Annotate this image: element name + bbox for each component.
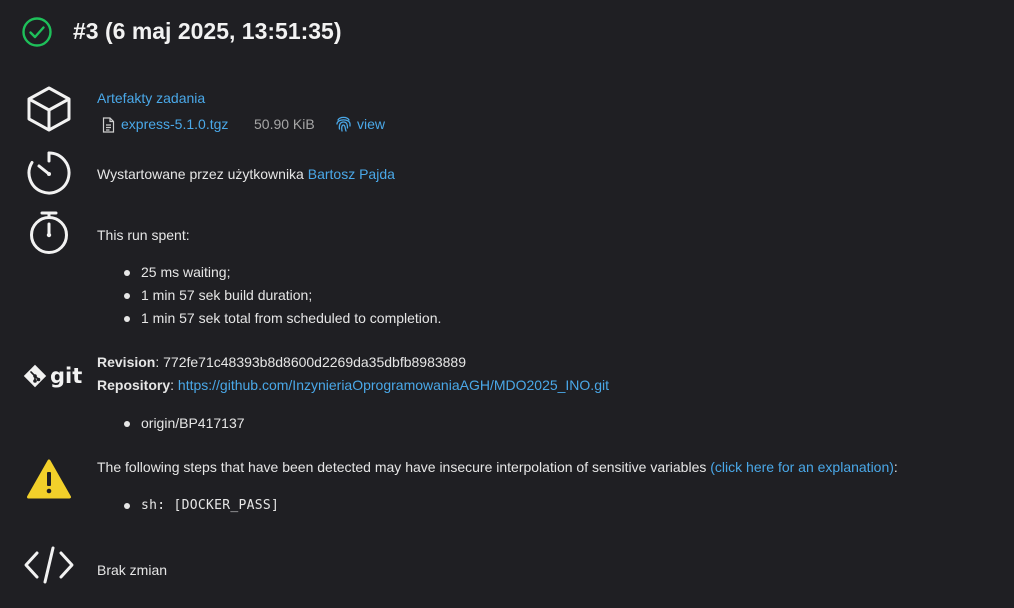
repository: Repository: https://github.com/Inzynieri… xyxy=(97,375,609,395)
timing-list: 25 ms waiting; 1 min 57 sek build durati… xyxy=(122,261,441,330)
user-link[interactable]: Bartosz Pajda xyxy=(308,166,395,182)
build-title: #3 (6 maj 2025, 13:51:35) xyxy=(73,18,342,44)
timer-icon xyxy=(27,210,71,256)
fingerprint-icon[interactable] xyxy=(335,115,352,133)
package-icon xyxy=(25,85,73,133)
list-item: origin/BP417137 xyxy=(122,412,245,435)
revision-label: Revision xyxy=(97,354,156,370)
branch-list: origin/BP417137 xyxy=(122,412,245,435)
git-logo: git xyxy=(23,364,82,388)
code-icon xyxy=(23,545,75,585)
revision: Revision: 772fe71c48393b8d8600d2269da35d… xyxy=(97,352,466,372)
started-by-label: Wystartowane przez użytkownika xyxy=(97,166,308,182)
git-diamond-icon xyxy=(23,364,47,388)
changes-text: Brak zmian xyxy=(97,562,168,578)
git-logo-text: git xyxy=(50,364,83,388)
list-item: 1 min 57 sek total from scheduled to com… xyxy=(122,307,441,330)
timing-heading: This run spent: xyxy=(97,227,190,243)
repository-label: Repository xyxy=(97,377,171,393)
warning-message: The following steps that have been detec… xyxy=(97,457,898,477)
stopwatch-icon xyxy=(25,150,73,196)
repository-separator: : xyxy=(170,377,178,393)
list-item: 25 ms waiting; xyxy=(122,261,441,284)
warning-suffix: : xyxy=(893,459,898,475)
repository-link[interactable]: https://github.com/InzynieriaOprogramowa… xyxy=(178,377,609,393)
started-by: Wystartowane przez użytkownika Bartosz P… xyxy=(97,164,395,184)
artifacts-link[interactable]: Artefakty zadania xyxy=(97,88,205,108)
warning-text: The following steps that have been detec… xyxy=(97,459,711,475)
artifact-view-link[interactable]: view xyxy=(357,114,385,134)
artifact-file-size: 50.90 KiB xyxy=(254,116,315,132)
list-item: sh: [DOCKER_PASS] xyxy=(122,494,279,517)
warning-steps: sh: [DOCKER_PASS] xyxy=(122,494,279,517)
revision-value: : 772fe71c48393b8d8600d2269da35dbfb89838… xyxy=(155,354,467,370)
list-item: 1 min 57 sek build duration; xyxy=(122,284,441,307)
artifact-file-link[interactable]: express-5.1.0.tgz xyxy=(121,114,228,134)
explanation-link[interactable]: (click here for an explanation) xyxy=(710,459,894,475)
warning-icon xyxy=(26,458,72,500)
success-check-icon xyxy=(21,16,53,48)
file-icon xyxy=(102,117,115,133)
